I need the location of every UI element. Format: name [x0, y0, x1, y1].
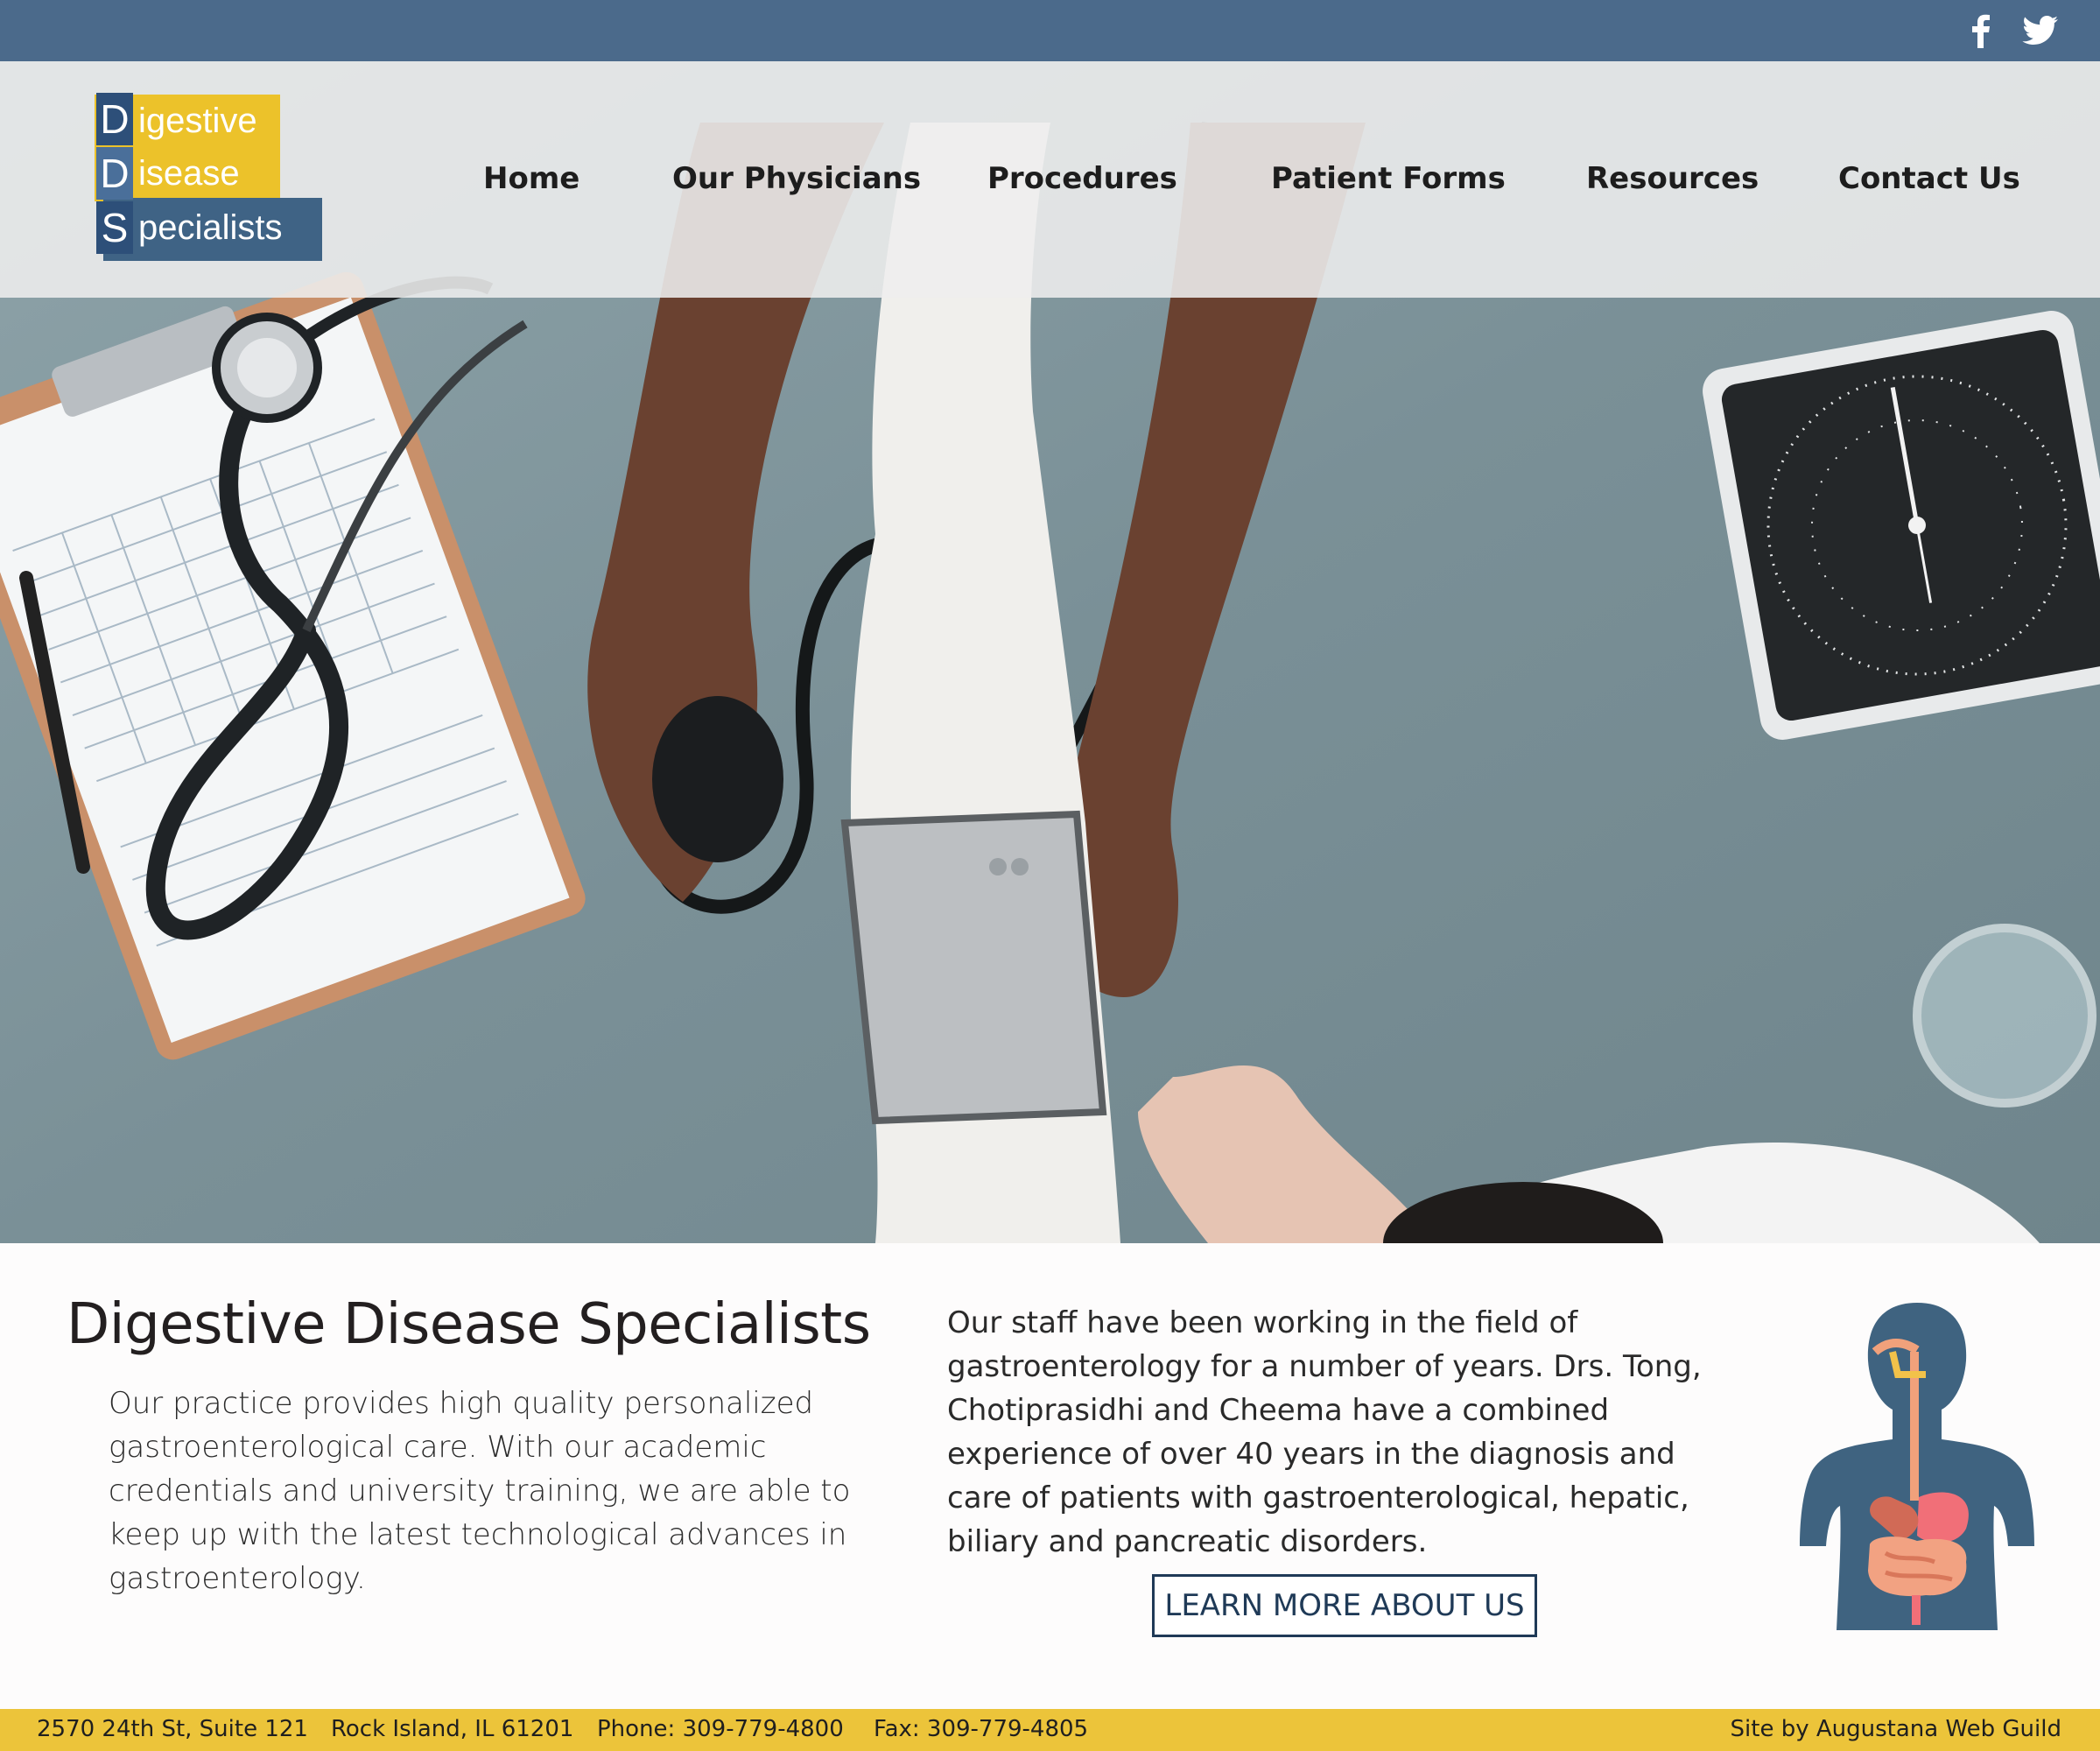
dds-logo[interactable]: D D S igestive isease pecialists — [68, 88, 324, 263]
nav-contact-us[interactable]: Contact Us — [1838, 161, 2020, 205]
footer-address: 2570 24th St, Suite 121 — [37, 1716, 308, 1742]
intro-paragraph: Our practice provides high quality perso… — [109, 1386, 851, 1596]
logo-word-igestive: igestive — [138, 102, 257, 140]
main-content: Digestive Disease Specialists Our practi… — [0, 1243, 2100, 1709]
logo-letter-d1: D — [96, 93, 133, 145]
nav-our-physicians[interactable]: Our Physicians — [672, 161, 921, 205]
nav-home[interactable]: Home — [483, 161, 579, 205]
nav-resources[interactable]: Resources — [1586, 161, 1759, 205]
logo-letter-d2: D — [96, 147, 133, 200]
site-header: D D S igestive isease pecialists Home Ou… — [0, 61, 2100, 298]
twitter-icon — [2022, 16, 2058, 45]
twitter-link[interactable] — [2020, 11, 2061, 51]
logo-letter-s: S — [96, 201, 133, 254]
site-footer: 2570 24th St, Suite 121 Rock Island, IL … — [0, 1709, 2100, 1751]
footer-city: Rock Island, IL 61201 — [331, 1716, 574, 1742]
footer-phone[interactable]: Phone: 309-779-4800 — [597, 1716, 844, 1742]
footer-fax: Fax: 309-779-4805 — [874, 1716, 1089, 1742]
nav-patient-forms[interactable]: Patient Forms — [1271, 161, 1506, 205]
facebook-icon — [1972, 14, 1990, 48]
footer-credit-link[interactable]: Site by Augustana Web Guild — [1731, 1716, 2061, 1742]
logo-word-isease: isease — [138, 154, 240, 193]
logo-word-pecialists: pecialists — [138, 208, 283, 247]
staff-paragraph: Our staff have been working in the field… — [947, 1305, 1702, 1559]
learn-more-button[interactable]: LEARN MORE ABOUT US — [1152, 1574, 1537, 1637]
facebook-link[interactable] — [1961, 11, 2001, 51]
page-title: Digestive Disease Specialists — [67, 1292, 871, 1357]
nav-procedures[interactable]: Procedures — [987, 161, 1177, 205]
top-bar — [0, 0, 2100, 61]
digestive-system-icon — [1800, 1303, 2034, 1630]
